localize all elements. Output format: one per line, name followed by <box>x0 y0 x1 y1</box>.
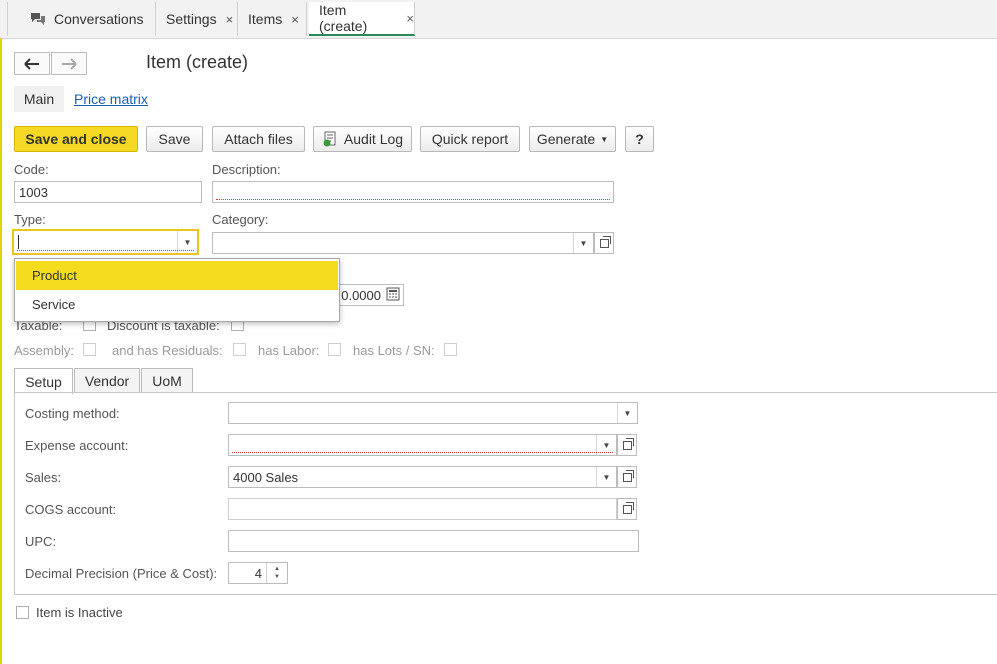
has-labor-label: has Labor: <box>258 343 320 358</box>
item-inactive-checkbox[interactable] <box>16 606 29 619</box>
decimal-precision-stepper[interactable]: ▲ ▼ <box>266 563 287 583</box>
assembly-checkbox[interactable] <box>83 343 96 356</box>
category-select[interactable]: ▼ <box>212 232 594 254</box>
caret-down-icon: ▼ <box>623 408 632 418</box>
costing-method-dropdown-button[interactable]: ▼ <box>617 403 637 423</box>
subtab-main[interactable]: Main <box>14 86 64 112</box>
type-dropdown-button[interactable]: ▼ <box>177 231 197 253</box>
open-window-icon <box>622 501 634 514</box>
open-window-icon <box>622 469 634 482</box>
upc-input[interactable] <box>228 530 639 552</box>
dropdown-option-service[interactable]: Service <box>16 290 338 319</box>
forward-button[interactable] <box>51 52 87 75</box>
tab-label: Settings <box>166 11 217 27</box>
sales-label: Sales: <box>25 470 62 485</box>
back-button[interactable] <box>14 52 50 75</box>
tab-conversations[interactable]: Conversations <box>18 2 156 36</box>
tab-uom[interactable]: UoM <box>141 368 193 393</box>
save-button[interactable]: Save <box>146 126 203 152</box>
arrow-right-icon <box>62 57 77 70</box>
caret-down-icon: ▼ <box>602 472 611 482</box>
sales-account-open-button[interactable] <box>617 466 637 488</box>
help-button[interactable]: ? <box>625 126 654 152</box>
close-icon[interactable]: × <box>291 12 299 27</box>
cogs-account-open-button[interactable] <box>617 498 637 520</box>
close-icon[interactable]: × <box>226 12 234 27</box>
caret-down-icon: ▼ <box>602 440 611 450</box>
stepper-down-icon[interactable]: ▼ <box>274 573 280 581</box>
generate-label: Generate <box>536 131 596 147</box>
generate-button[interactable]: Generate ▼ <box>529 126 616 152</box>
page-title: Item (create) <box>146 52 249 72</box>
left-accent-bar <box>0 38 2 664</box>
has-residuals-label: and has Residuals: <box>112 343 223 358</box>
sales-account-select[interactable]: 4000 Sales ▼ <box>228 466 617 488</box>
type-dropdown-list: Product Service <box>14 258 340 322</box>
cogs-account-input[interactable] <box>228 498 617 520</box>
chat-bubbles-icon <box>30 12 46 26</box>
upc-label: UPC: <box>25 534 57 549</box>
arrow-left-icon <box>24 57 39 70</box>
has-lots-label: has Lots / SN: <box>353 343 435 358</box>
code-label: Code: <box>14 162 49 177</box>
save-and-close-button[interactable]: Save and close <box>14 126 138 152</box>
stepper-up-icon[interactable]: ▲ <box>274 565 280 573</box>
tab-label: Items <box>248 11 283 27</box>
category-dropdown-button[interactable]: ▼ <box>573 233 593 253</box>
caret-down-icon: ▼ <box>579 238 588 248</box>
has-lots-checkbox[interactable] <box>444 343 457 356</box>
quick-report-button[interactable]: Quick report <box>420 126 520 152</box>
attach-files-button[interactable]: Attach files <box>212 126 305 152</box>
audit-log-icon <box>323 131 336 147</box>
close-icon[interactable]: × <box>406 11 414 26</box>
type-select[interactable]: ▼ <box>12 229 199 255</box>
assembly-label: Assembly: <box>14 343 74 358</box>
item-inactive-label: Item is Inactive <box>36 605 123 620</box>
sales-account-value: 4000 Sales <box>233 469 299 485</box>
open-window-icon <box>599 235 611 248</box>
open-window-icon <box>622 437 634 450</box>
tab-label: Item (create) <box>319 2 368 34</box>
caret-down-icon: ▼ <box>183 237 192 247</box>
decimal-precision-label: Decimal Precision (Price & Cost): <box>25 566 218 581</box>
dropdown-option-product[interactable]: Product <box>16 261 338 290</box>
sales-account-dropdown-button[interactable]: ▼ <box>596 467 616 487</box>
subtab-price-matrix[interactable]: Price matrix <box>74 86 148 112</box>
expense-account-label: Expense account: <box>25 438 129 453</box>
costing-method-select[interactable]: ▼ <box>228 402 638 424</box>
costing-method-label: Costing method: <box>25 406 120 421</box>
audit-log-button[interactable]: Audit Log <box>313 126 412 152</box>
tab-vendor[interactable]: Vendor <box>74 368 140 393</box>
tab-strip-edge <box>0 2 8 36</box>
tab-label: Conversations <box>54 11 144 27</box>
code-input[interactable]: 1003 <box>14 181 202 203</box>
audit-log-label: Audit Log <box>343 131 404 147</box>
tab-strip: Conversations Settings × Items × Item (c… <box>0 0 997 39</box>
type-label: Type: <box>14 212 46 227</box>
category-label: Category: <box>212 212 269 227</box>
tab-item-create[interactable]: Item (create) × <box>309 2 415 36</box>
calculator-icon[interactable] <box>386 287 400 301</box>
tab-setup[interactable]: Setup <box>14 368 73 394</box>
expense-account-dropdown-button[interactable]: ▼ <box>596 435 616 455</box>
caret-down-icon: ▼ <box>600 134 609 144</box>
description-label: Description: <box>212 162 281 177</box>
cogs-account-label: COGS account: <box>25 502 117 517</box>
has-residuals-checkbox[interactable] <box>233 343 246 356</box>
expense-account-open-button[interactable] <box>617 434 637 456</box>
expense-account-select[interactable]: ▼ <box>228 434 617 456</box>
tab-items[interactable]: Items × <box>238 2 307 36</box>
category-open-button[interactable] <box>594 232 614 254</box>
text-cursor <box>18 235 19 249</box>
tab-settings[interactable]: Settings × <box>156 2 238 36</box>
description-input[interactable] <box>212 181 614 203</box>
has-labor-checkbox[interactable] <box>328 343 341 356</box>
